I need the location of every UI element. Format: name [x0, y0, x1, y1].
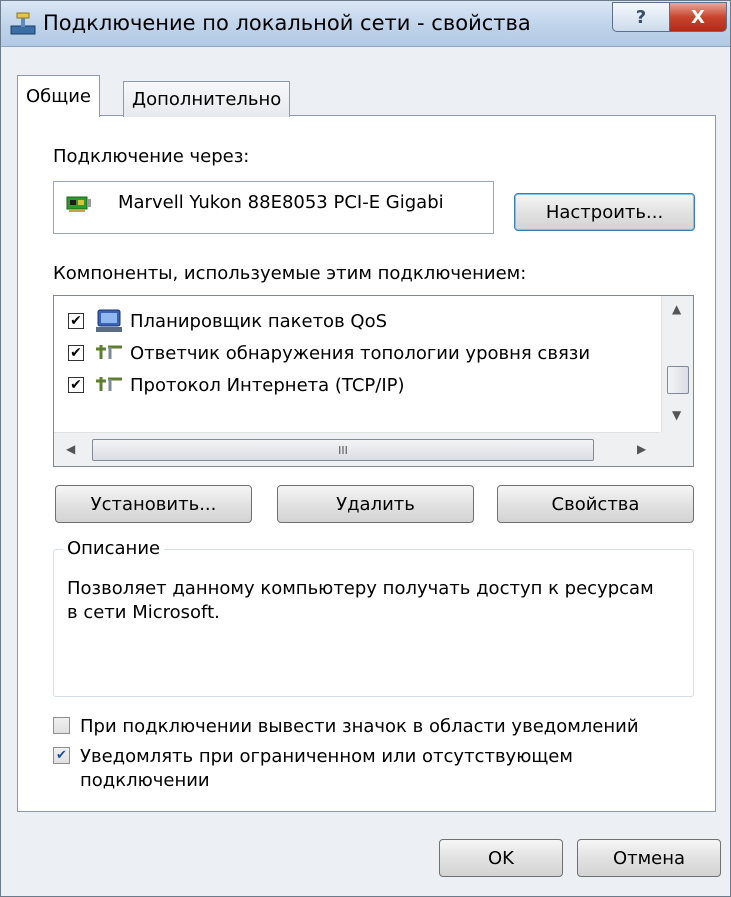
- description-group-label: Описание: [63, 538, 165, 559]
- horizontal-scrollbar[interactable]: ◀ III ▶: [54, 432, 661, 466]
- cancel-button-label: Отмена: [612, 847, 686, 869]
- list-item[interactable]: ✔ Протокол Интернета (TCP/IP): [68, 370, 405, 400]
- configure-button-label: Настроить...: [545, 201, 664, 223]
- list-item[interactable]: ✔ Планировщик пакетов QoS: [68, 306, 387, 336]
- component-checkbox[interactable]: ✔: [68, 313, 84, 329]
- qos-scheduler-icon: [96, 309, 122, 332]
- component-label: Протокол Интернета (TCP/IP): [130, 374, 405, 396]
- ok-button[interactable]: OK: [439, 839, 563, 877]
- components-list[interactable]: ✔ Планировщик пакетов QoS ✔ Ответчик обн…: [53, 295, 694, 467]
- cancel-button[interactable]: Отмена: [577, 839, 721, 877]
- scrollbar-corner: [659, 432, 693, 466]
- vertical-scroll-thumb[interactable]: [667, 366, 689, 394]
- network-card-icon: [66, 196, 91, 212]
- horizontal-scroll-thumb[interactable]: III: [92, 439, 594, 461]
- close-icon: X: [691, 6, 705, 28]
- notify-limited-checkbox[interactable]: ✔: [53, 747, 70, 764]
- help-button[interactable]: ?: [612, 2, 670, 32]
- remove-button-label: Удалить: [336, 493, 415, 515]
- show-tray-icon-option[interactable]: При подключении вывести значок в области…: [53, 715, 639, 739]
- window-title: Подключение по локальной сети - свойства: [43, 11, 531, 35]
- configure-button[interactable]: Настроить...: [514, 193, 695, 231]
- properties-button-label: Свойства: [551, 493, 640, 515]
- remove-button[interactable]: Удалить: [277, 485, 474, 523]
- close-button[interactable]: X: [669, 2, 727, 32]
- adapter-name: Marvell Yukon 88E8053 PCI-E Gigabi: [118, 192, 444, 213]
- tab-advanced[interactable]: Дополнительно: [123, 81, 291, 117]
- connect-via-label: Подключение через:: [53, 146, 250, 167]
- scroll-right-icon[interactable]: ▶: [637, 442, 646, 456]
- components-label: Компоненты, используемые этим подключени…: [53, 263, 527, 284]
- component-label: Планировщик пакетов QoS: [130, 310, 388, 332]
- install-button-label: Установить...: [90, 493, 217, 515]
- scroll-grip-icon: III: [338, 443, 348, 457]
- tab-general[interactable]: Общие: [17, 75, 100, 117]
- scroll-down-icon[interactable]: ▼: [672, 408, 681, 422]
- notify-limited-option[interactable]: ✔ Уведомлять при ограниченном или отсутс…: [53, 745, 693, 793]
- scroll-left-icon[interactable]: ◀: [66, 442, 75, 456]
- vertical-scrollbar[interactable]: ▲ ▼: [661, 296, 693, 432]
- notify-limited-label: Уведомлять при ограниченном или отсутств…: [80, 746, 573, 791]
- title-bar[interactable]: Подключение по локальной сети - свойства…: [1, 1, 730, 47]
- network-connection-icon: [10, 12, 36, 35]
- ok-button-label: OK: [488, 847, 514, 869]
- properties-dialog: Подключение по локальной сети - свойства…: [0, 0, 731, 897]
- list-item[interactable]: ✔ Ответчик обнаружения топологии уровня …: [68, 338, 590, 368]
- properties-button[interactable]: Свойства: [497, 485, 694, 523]
- show-tray-icon-checkbox[interactable]: [53, 717, 70, 734]
- network-protocol-icon: [96, 345, 122, 359]
- component-label: Ответчик обнаружения топологии уровня св…: [130, 342, 591, 364]
- component-checkbox[interactable]: ✔: [68, 377, 84, 393]
- adapter-field: Marvell Yukon 88E8053 PCI-E Gigabi: [53, 181, 494, 234]
- help-icon: ?: [635, 6, 647, 28]
- show-tray-icon-label: При подключении вывести значок в области…: [80, 716, 639, 737]
- network-protocol-icon: [96, 377, 122, 391]
- component-checkbox[interactable]: ✔: [68, 345, 84, 361]
- install-button[interactable]: Установить...: [55, 485, 252, 523]
- scroll-up-icon[interactable]: ▲: [672, 302, 681, 316]
- description-text: Позволяет данному компьютеру получать до…: [67, 578, 654, 623]
